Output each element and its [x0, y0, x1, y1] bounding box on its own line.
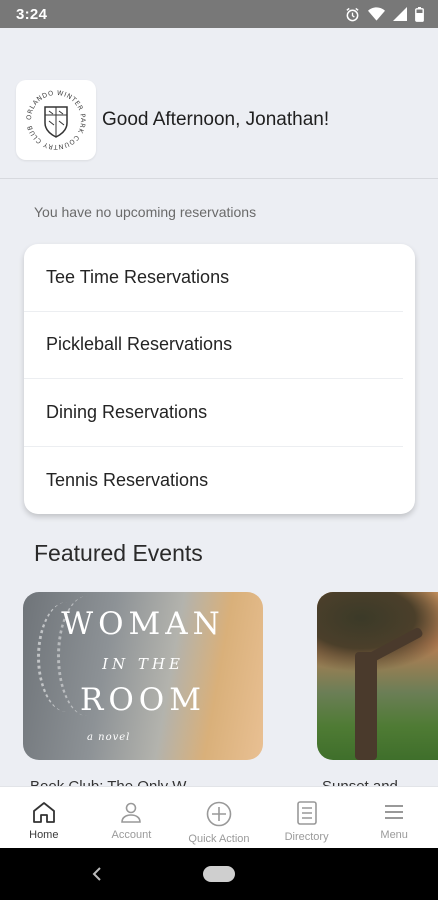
tab-label: Account	[111, 829, 152, 841]
bottom-tab-bar: Home Account Quick Action Directory Menu	[0, 786, 438, 848]
tab-quick-action[interactable]: Quick Action	[175, 787, 263, 848]
tab-label: Directory	[284, 831, 329, 843]
status-icons	[345, 6, 424, 22]
menu-icon	[385, 805, 404, 819]
back-chevron-icon[interactable]	[88, 864, 108, 884]
system-nav-bar	[0, 848, 438, 900]
cover-title-line: ROOM	[80, 682, 206, 718]
tee-time-reservations-item[interactable]: Tee Time Reservations	[24, 244, 403, 312]
club-logo[interactable]: ORLANDO WINTER PARK COUNTRY CLUB	[16, 80, 96, 160]
home-icon	[32, 802, 55, 823]
cover-title-line: WOMAN	[61, 606, 225, 642]
cover-title-line: IN THE	[102, 655, 184, 673]
header-divider	[0, 178, 438, 179]
dining-reservations-item[interactable]: Dining Reservations	[24, 379, 403, 447]
event-card-book-club[interactable]: WOMAN IN THE ROOM a novel	[23, 592, 263, 760]
event-card-sunset[interactable]	[317, 592, 438, 760]
no-reservations-message: You have no upcoming reservations	[34, 204, 257, 220]
wifi-icon	[368, 7, 385, 21]
battery-icon	[415, 6, 424, 22]
featured-events-title: Featured Events	[34, 540, 203, 566]
tennis-reservations-item[interactable]: Tennis Reservations	[24, 447, 403, 515]
tab-label: Menu	[380, 829, 408, 841]
tree-trunk-image	[355, 652, 377, 760]
signal-icon	[393, 7, 407, 21]
tab-directory[interactable]: Directory	[263, 787, 351, 848]
tab-account[interactable]: Account	[88, 787, 176, 848]
status-bar: 3:24	[0, 0, 438, 28]
directory-icon	[296, 801, 317, 825]
reservations-card: Tee Time Reservations Pickleball Reserva…	[24, 244, 415, 514]
pickleball-reservations-item[interactable]: Pickleball Reservations	[24, 312, 403, 379]
greeting-text: Good Afternoon, Jonathan!	[102, 109, 330, 130]
tab-menu[interactable]: Menu	[350, 787, 438, 848]
tab-label: Quick Action	[188, 833, 250, 845]
alarm-icon	[346, 7, 359, 21]
tab-home[interactable]: Home	[0, 787, 88, 848]
cover-subtitle: a novel	[87, 732, 131, 743]
home-pill-button[interactable]	[203, 866, 235, 882]
plus-circle-icon	[206, 801, 232, 827]
club-crest-icon: ORLANDO WINTER PARK COUNTRY CLUB	[25, 89, 87, 151]
tab-label: Home	[29, 829, 59, 841]
header: ORLANDO WINTER PARK COUNTRY CLUB Good Af…	[16, 80, 329, 160]
status-time: 3:24	[16, 5, 48, 23]
account-icon	[121, 802, 142, 823]
